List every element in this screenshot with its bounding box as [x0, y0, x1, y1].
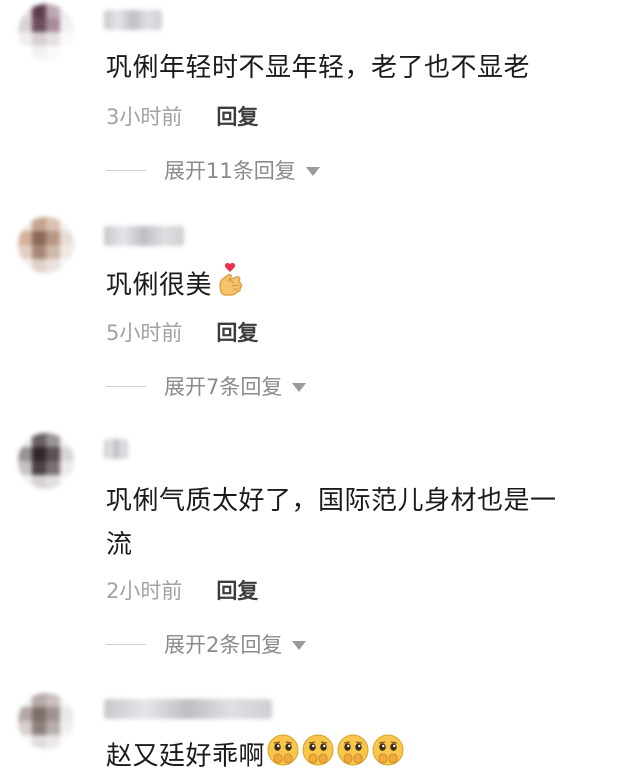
comment-text-content: 赵又廷好乖啊 — [106, 741, 266, 772]
comment-time: 2小时前 — [106, 579, 183, 603]
caret-down-icon — [305, 166, 320, 176]
avatar[interactable] — [18, 4, 74, 60]
expand-replies-label: 展开7条回复 — [164, 375, 283, 399]
expand-replies-label: 展开11条回复 — [164, 159, 296, 183]
caret-down-icon — [292, 640, 307, 650]
username-blurred[interactable] — [104, 10, 162, 30]
reply-button[interactable]: 回复 — [216, 579, 258, 603]
divider-line — [106, 169, 146, 171]
comment-item: 巩俐年轻时不显年轻，老了也不显老 3小时前 回复 展开11条回复 — [0, 0, 633, 200]
avatar[interactable] — [18, 693, 74, 749]
hand-over-mouth-face-icon — [301, 733, 335, 781]
comment-text-line: 巩俐气质太好了，国际范儿身材也是一 — [106, 486, 557, 516]
reply-button[interactable]: 回复 — [216, 321, 258, 345]
comment-time: 3小时前 — [106, 105, 183, 129]
comment-text-line: 流 — [106, 530, 133, 560]
divider-line — [106, 643, 146, 645]
caret-down-icon — [292, 382, 307, 392]
expand-replies-button[interactable]: 展开7条回复 — [106, 371, 307, 401]
comment-meta: 3小时前 回复 — [106, 101, 258, 131]
comment-text: 巩俐很美 — [106, 262, 609, 310]
comment-text-content: 巩俐很美 — [106, 270, 213, 301]
comment-item: 赵又廷好乖啊 — [0, 675, 633, 781]
username-blurred[interactable] — [104, 439, 128, 459]
username-blurred[interactable] — [104, 699, 272, 719]
comment-item: 巩俐很美 5小时前 回复 展开7条回复 — [0, 200, 633, 415]
hand-over-mouth-face-icon — [336, 733, 370, 781]
comment-text: 巩俐气质太好了，国际范儿身材也是一 流 — [106, 479, 609, 567]
comment-text: 赵又廷好乖啊 — [106, 733, 609, 781]
divider-line — [106, 385, 146, 387]
comment-item: 巩俐气质太好了，国际范儿身材也是一 流 2小时前 回复 展开2条回复 — [0, 415, 633, 675]
comment-text: 巩俐年轻时不显年轻，老了也不显老 — [106, 53, 531, 83]
emoji-row — [265, 734, 405, 772]
comment-time: 5小时前 — [106, 321, 183, 345]
finger-heart-emoji-icon — [216, 262, 244, 310]
expand-replies-button[interactable]: 展开11条回复 — [106, 155, 320, 185]
expand-replies-button[interactable]: 展开2条回复 — [106, 629, 307, 659]
reply-button[interactable]: 回复 — [216, 105, 258, 129]
username-blurred[interactable] — [104, 226, 184, 246]
comment-meta: 2小时前 回复 — [106, 575, 258, 605]
hand-over-mouth-face-icon — [371, 733, 405, 781]
hand-over-mouth-face-icon — [266, 733, 300, 781]
comment-meta: 5小时前 回复 — [106, 317, 258, 347]
expand-replies-label: 展开2条回复 — [164, 633, 283, 657]
avatar[interactable] — [18, 433, 74, 489]
avatar[interactable] — [18, 217, 74, 273]
